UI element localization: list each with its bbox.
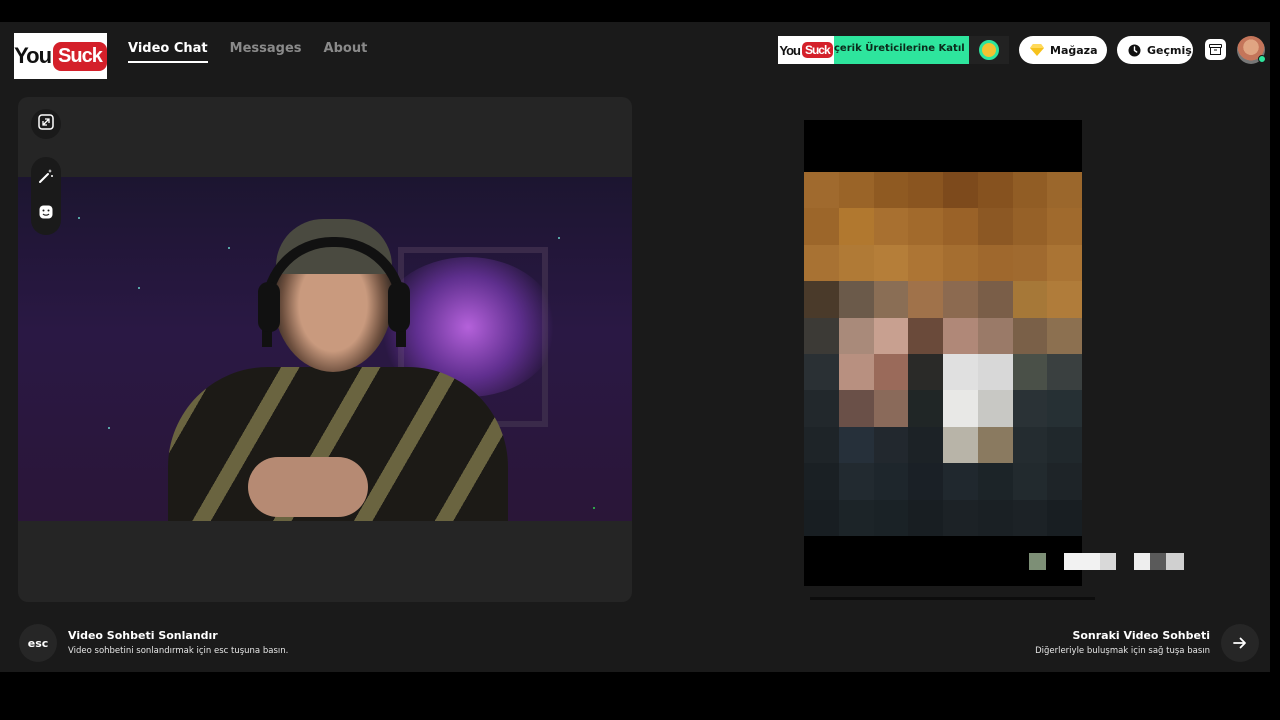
next-chat-button[interactable] [1221, 624, 1259, 662]
pixelated-video [804, 172, 1082, 536]
next-chat-title: Sonraki Video Sohbeti [1072, 629, 1210, 642]
promo-text: çerik Üreticilerine Katıl [834, 43, 965, 54]
creator-promo-banner[interactable]: çerik Üreticilerine Katıl You Suck [778, 36, 1009, 64]
logo-text-suck: Suck [53, 41, 107, 71]
next-chat-hint: Sonraki Video Sohbeti Diğerleriyle buluş… [1035, 629, 1210, 656]
self-camera-feed [18, 177, 632, 521]
expand-button[interactable] [31, 109, 61, 139]
effects-button[interactable] [31, 163, 61, 193]
history-label: Geçmiş [1147, 43, 1192, 57]
app-window: You Suck Video Chat Messages About çerik… [0, 22, 1270, 672]
promo-badge-icon [969, 36, 1009, 64]
main-nav: Video Chat Messages About [128, 41, 367, 63]
store-button[interactable]: Mağaza [1019, 36, 1107, 64]
stranger-video-feed [804, 120, 1082, 586]
history-button[interactable]: Geçmiş [1117, 36, 1193, 64]
connection-progress-bar [810, 597, 1095, 600]
site-logo[interactable]: You Suck [14, 33, 107, 79]
nav-about[interactable]: About [324, 41, 368, 63]
online-status-dot [1258, 55, 1266, 63]
logo-text-you: You [14, 43, 52, 68]
promo-logo: You Suck [778, 36, 834, 64]
archive-icon [1209, 40, 1222, 59]
diamond-icon [1030, 44, 1044, 56]
clock-icon [1128, 44, 1141, 57]
face-filter-button[interactable] [31, 199, 61, 229]
arrow-right-icon [1233, 634, 1247, 653]
store-label: Mağaza [1050, 43, 1098, 57]
magic-wand-icon [38, 168, 54, 188]
face-filter-icon [38, 204, 54, 224]
end-chat-title: Video Sohbeti Sonlandır [68, 629, 218, 642]
end-chat-hint: Video Sohbeti Sonlandır Video sohbetini … [68, 629, 288, 656]
user-avatar[interactable] [1237, 36, 1266, 64]
promo-logo-you: You [779, 42, 801, 58]
end-chat-esc-button[interactable]: esc [19, 624, 57, 662]
pixel-artifacts [1029, 553, 1184, 570]
promo-logo-suck: Suck [801, 42, 833, 58]
nav-messages[interactable]: Messages [230, 41, 302, 63]
self-video-panel [18, 97, 632, 602]
expand-icon [38, 114, 54, 134]
next-chat-subtitle: Diğerleriyle buluşmak için sağ tuşa bası… [1035, 646, 1210, 656]
end-chat-subtitle: Video sohbetini sonlandırmak için esc tu… [68, 646, 289, 656]
archive-button[interactable] [1205, 39, 1226, 60]
nav-video-chat[interactable]: Video Chat [128, 41, 208, 63]
